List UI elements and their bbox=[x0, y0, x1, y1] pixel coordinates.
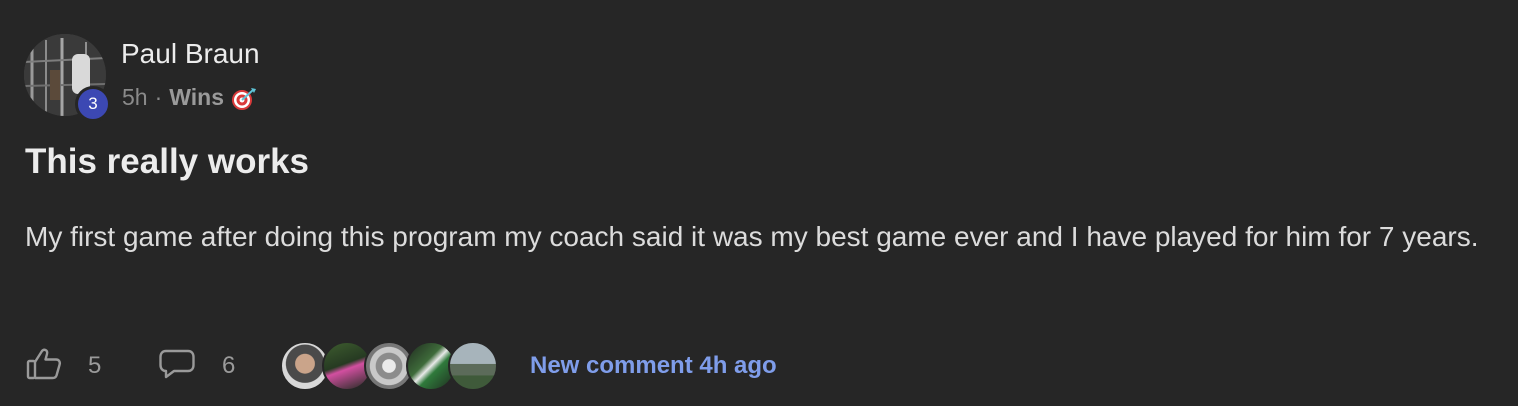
post-footer: 5 6 New comment 4h ago bbox=[26, 340, 777, 392]
post-meta: 5h · Wins bbox=[122, 84, 257, 111]
commenter-avatar[interactable] bbox=[448, 341, 498, 391]
meta-separator: · bbox=[154, 84, 163, 110]
post-body: My first game after doing this program m… bbox=[25, 221, 1479, 252]
author-avatar-wrap[interactable]: 3 bbox=[24, 34, 111, 122]
author-name[interactable]: Paul Braun bbox=[121, 38, 260, 70]
post-title[interactable]: This really works bbox=[25, 142, 309, 182]
comment-count: 6 bbox=[222, 352, 236, 379]
comment-button[interactable]: 6 bbox=[158, 348, 280, 385]
new-comment-link[interactable]: New comment 4h ago bbox=[530, 352, 777, 380]
thumbs-up-icon bbox=[26, 347, 62, 386]
post-card: 3 Paul Braun 5h · Wins This really works… bbox=[0, 0, 1518, 406]
commenter-avatars[interactable] bbox=[280, 341, 498, 391]
dart-target-icon bbox=[231, 86, 257, 110]
post-time: 5h bbox=[122, 84, 148, 110]
like-button[interactable]: 5 bbox=[26, 347, 158, 386]
comment-bubble-icon bbox=[158, 348, 196, 385]
category-label[interactable]: Wins bbox=[169, 84, 224, 111]
like-count: 5 bbox=[88, 352, 102, 379]
level-badge: 3 bbox=[75, 86, 111, 122]
